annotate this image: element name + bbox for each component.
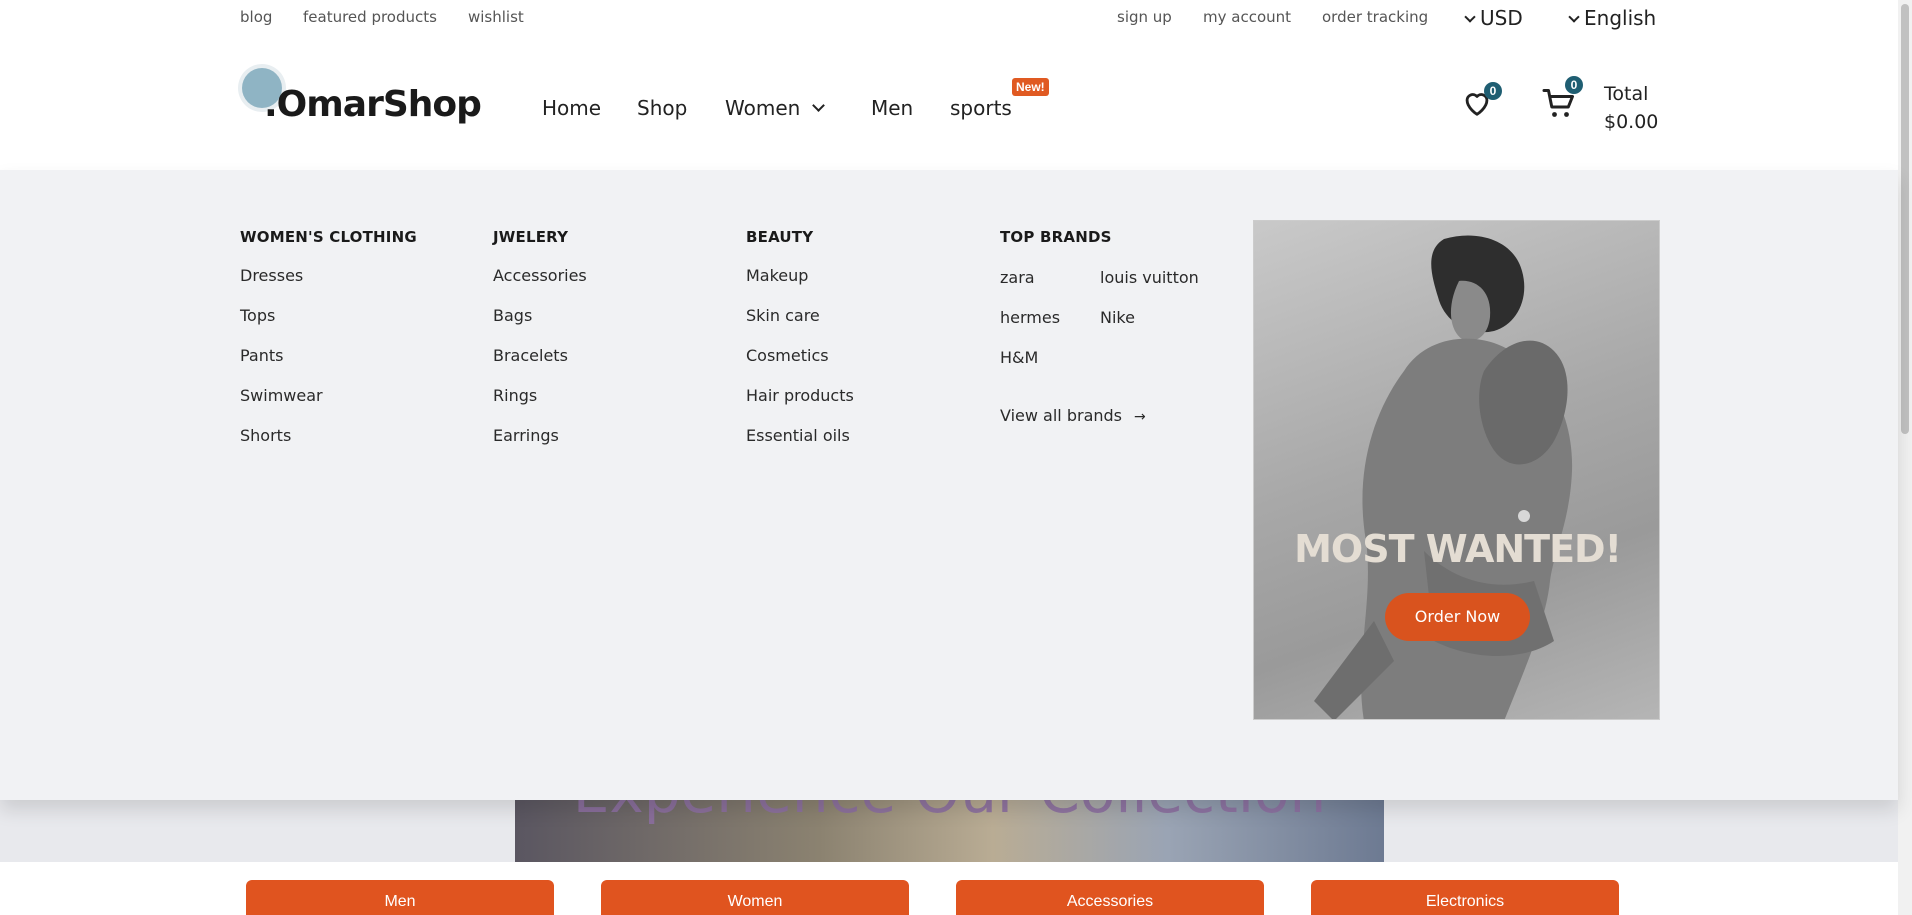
nav-home[interactable]: Home <box>542 96 601 120</box>
hero-banner: Experience Our Collection <box>515 800 1384 862</box>
hero-heading: Experience Our Collection <box>515 800 1384 826</box>
nav-sports[interactable]: sports <box>950 96 1012 120</box>
menu-item[interactable]: Tops <box>240 306 417 346</box>
wishlist-button[interactable]: 0 <box>1460 82 1502 126</box>
menu-item[interactable]: Shorts <box>240 426 417 466</box>
menu-item[interactable]: Bracelets <box>493 346 587 386</box>
mega-menu: WOMEN'S CLOTHING Dresses Tops Pants Swim… <box>0 170 1898 800</box>
language-value: English <box>1584 6 1657 30</box>
menu-column-top-brands: TOP BRANDS <box>1000 228 1112 266</box>
view-all-label: View all brands <box>1000 406 1123 425</box>
page: blog featured products wishlist sign up … <box>0 0 1912 915</box>
currency-value: USD <box>1480 6 1523 30</box>
category-button-men[interactable]: Men <box>246 880 554 915</box>
scrollbar-thumb[interactable] <box>1901 4 1909 434</box>
cart-button[interactable]: 0 <box>1541 76 1583 126</box>
menu-item[interactable]: Swimwear <box>240 386 417 426</box>
promo-banner[interactable]: MOST WANTED! Order Now <box>1253 220 1660 720</box>
currency-selector[interactable]: USD <box>1464 6 1523 30</box>
promo-title: MOST WANTED! <box>1294 527 1622 571</box>
nav-women[interactable]: Women <box>725 96 826 120</box>
chevron-down-icon <box>1464 11 1476 23</box>
logo-text: .OmarShop <box>264 84 482 125</box>
vertical-scrollbar[interactable] <box>1898 0 1912 915</box>
brand-link[interactable]: hermes <box>1000 308 1060 327</box>
nav-shop[interactable]: Shop <box>637 96 687 120</box>
wishlist-link[interactable]: wishlist <box>468 8 524 26</box>
column-heading: WOMEN'S CLOTHING <box>240 228 417 246</box>
arrow-right-icon: → <box>1134 409 1146 425</box>
chevron-down-icon <box>812 99 826 112</box>
brand-link[interactable]: zara <box>1000 268 1035 287</box>
total-value: $0.00 <box>1604 111 1659 133</box>
cart-count: 0 <box>1565 76 1583 94</box>
main-header: .OmarShop Home Shop Women Men sports New… <box>0 36 1898 170</box>
total-label: Total <box>1604 83 1649 105</box>
category-bar: Men Women Accessories Electronics <box>0 862 1898 915</box>
menu-item[interactable]: Pants <box>240 346 417 386</box>
order-now-button[interactable]: Order Now <box>1385 593 1530 641</box>
model-photo <box>1314 235 1573 719</box>
order-tracking-link[interactable]: order tracking <box>1322 8 1428 26</box>
menu-item[interactable]: Skin care <box>746 306 854 346</box>
cart-total: Total $0.00 <box>1604 80 1658 136</box>
featured-products-link[interactable]: featured products <box>303 8 437 26</box>
column-heading: BEAUTY <box>746 228 814 246</box>
brand-link[interactable]: louis vuitton <box>1100 268 1199 287</box>
top-bar: blog featured products wishlist sign up … <box>0 0 1898 36</box>
brand-link[interactable]: H&M <box>1000 348 1038 367</box>
my-account-link[interactable]: my account <box>1203 8 1291 26</box>
nav-men[interactable]: Men <box>871 96 913 120</box>
menu-item[interactable]: Makeup <box>746 266 854 306</box>
language-selector[interactable]: English <box>1568 6 1657 30</box>
menu-item[interactable]: Cosmetics <box>746 346 854 386</box>
blog-link[interactable]: blog <box>240 8 272 26</box>
chevron-down-icon <box>1568 11 1580 23</box>
menu-column-womens-clothing: WOMEN'S CLOTHING Dresses Tops Pants Swim… <box>240 228 417 466</box>
menu-column-jwelery: JWELERY Accessories Bags Bracelets Rings… <box>493 228 587 466</box>
logo[interactable]: .OmarShop <box>240 64 482 134</box>
brand-link[interactable]: Nike <box>1100 308 1135 327</box>
column-heading: TOP BRANDS <box>1000 228 1112 246</box>
category-button-electronics[interactable]: Electronics <box>1311 880 1619 915</box>
menu-column-beauty: BEAUTY Makeup Skin care Cosmetics Hair p… <box>746 228 854 466</box>
menu-item[interactable]: Hair products <box>746 386 854 426</box>
category-button-accessories[interactable]: Accessories <box>956 880 1264 915</box>
sign-up-link[interactable]: sign up <box>1117 8 1172 26</box>
wishlist-count: 0 <box>1484 82 1502 100</box>
menu-item[interactable]: Essential oils <box>746 426 854 466</box>
category-button-women[interactable]: Women <box>601 880 909 915</box>
menu-item[interactable]: Accessories <box>493 266 587 306</box>
column-heading: JWELERY <box>493 228 569 246</box>
menu-item[interactable]: Bags <box>493 306 587 346</box>
menu-item[interactable]: Dresses <box>240 266 417 306</box>
new-badge: New! <box>1012 78 1049 96</box>
menu-item[interactable]: Earrings <box>493 426 587 466</box>
view-all-brands-link[interactable]: View all brands → <box>1000 406 1146 425</box>
menu-item[interactable]: Rings <box>493 386 587 426</box>
nav-women-label: Women <box>725 96 801 120</box>
